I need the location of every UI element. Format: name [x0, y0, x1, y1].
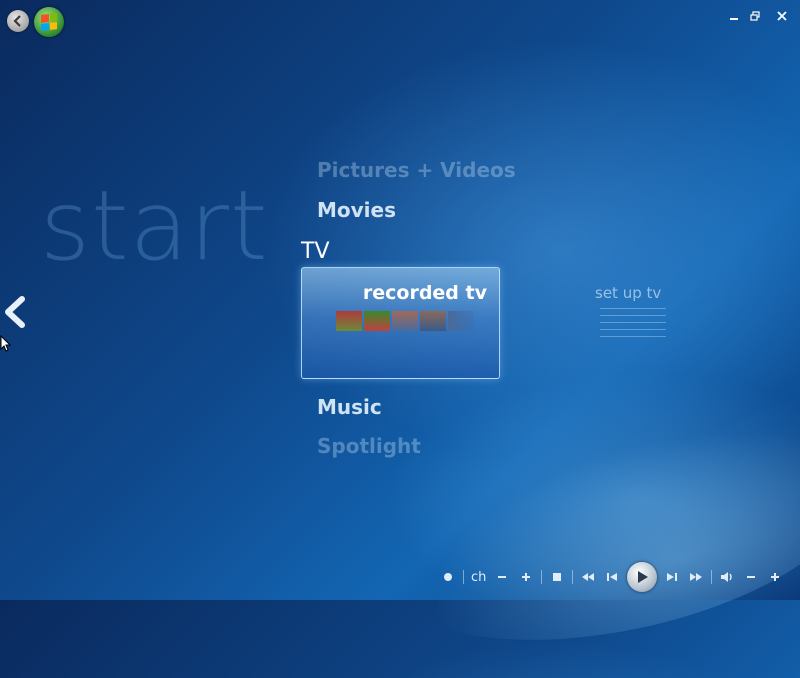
close-icon — [777, 11, 787, 21]
separator — [463, 570, 464, 584]
speaker-icon — [721, 572, 733, 582]
volume-down-button[interactable] — [740, 566, 762, 588]
plus-icon — [771, 573, 780, 581]
record-button[interactable] — [437, 566, 459, 588]
transport-controls: ch — [436, 562, 787, 592]
thumbnail-3 — [392, 311, 418, 331]
rewind-button[interactable] — [577, 566, 599, 588]
menu-item-tv[interactable]: TV — [301, 239, 330, 264]
menu-item-pictures-videos[interactable]: Pictures + Videos — [317, 158, 516, 182]
set-up-tv-lines — [600, 308, 666, 343]
separator — [572, 570, 574, 584]
skip-forward-icon — [667, 573, 678, 581]
background-swoosh — [364, 382, 800, 678]
restore-icon — [750, 11, 760, 21]
rewind-icon — [582, 573, 595, 581]
channel-down-button[interactable] — [491, 566, 513, 588]
play-button[interactable] — [627, 562, 658, 592]
menu-item-spotlight[interactable]: Spotlight — [317, 434, 421, 458]
chevron-left-icon — [5, 296, 25, 328]
mouse-cursor-icon — [0, 335, 12, 352]
separator — [711, 570, 713, 584]
back-arrow-icon — [13, 15, 21, 27]
minus-icon — [498, 576, 507, 578]
minimize-icon — [730, 18, 738, 20]
channel-up-button[interactable] — [515, 566, 537, 588]
thumbnail-5 — [448, 311, 474, 331]
record-icon — [444, 573, 452, 581]
stop-button[interactable] — [546, 566, 568, 588]
fast-forward-button[interactable] — [685, 566, 707, 588]
mute-button[interactable] — [716, 566, 738, 588]
thumbnail-2 — [364, 311, 390, 331]
menu-item-music[interactable]: Music — [317, 395, 382, 419]
recorded-tv-label: recorded tv — [362, 282, 487, 304]
plus-icon — [522, 573, 531, 581]
windows-start-button[interactable] — [34, 7, 64, 37]
minus-icon — [747, 576, 756, 578]
back-button[interactable] — [7, 10, 29, 32]
start-background-title: start — [40, 170, 269, 282]
volume-up-button[interactable] — [764, 566, 786, 588]
fast-forward-icon — [690, 573, 703, 581]
thumbnail-4 — [420, 311, 446, 331]
set-up-tv-item[interactable]: set up tv — [595, 284, 661, 302]
recorded-tv-thumbnails — [336, 311, 474, 331]
stop-icon — [553, 573, 562, 581]
scroll-left-button[interactable] — [2, 296, 30, 328]
restore-button[interactable] — [747, 8, 763, 24]
windows-logo-icon — [41, 13, 57, 31]
channel-label: ch — [471, 569, 487, 585]
separator — [541, 570, 543, 584]
skip-back-icon — [607, 573, 618, 581]
skip-forward-button[interactable] — [661, 566, 683, 588]
recorded-tv-tile[interactable]: recorded tv — [301, 267, 500, 379]
skip-back-button[interactable] — [601, 566, 623, 588]
thumbnail-1 — [336, 311, 362, 331]
menu-item-movies[interactable]: Movies — [317, 198, 396, 222]
minimize-button[interactable] — [726, 8, 742, 24]
close-button[interactable] — [774, 8, 790, 24]
play-icon — [638, 571, 649, 583]
